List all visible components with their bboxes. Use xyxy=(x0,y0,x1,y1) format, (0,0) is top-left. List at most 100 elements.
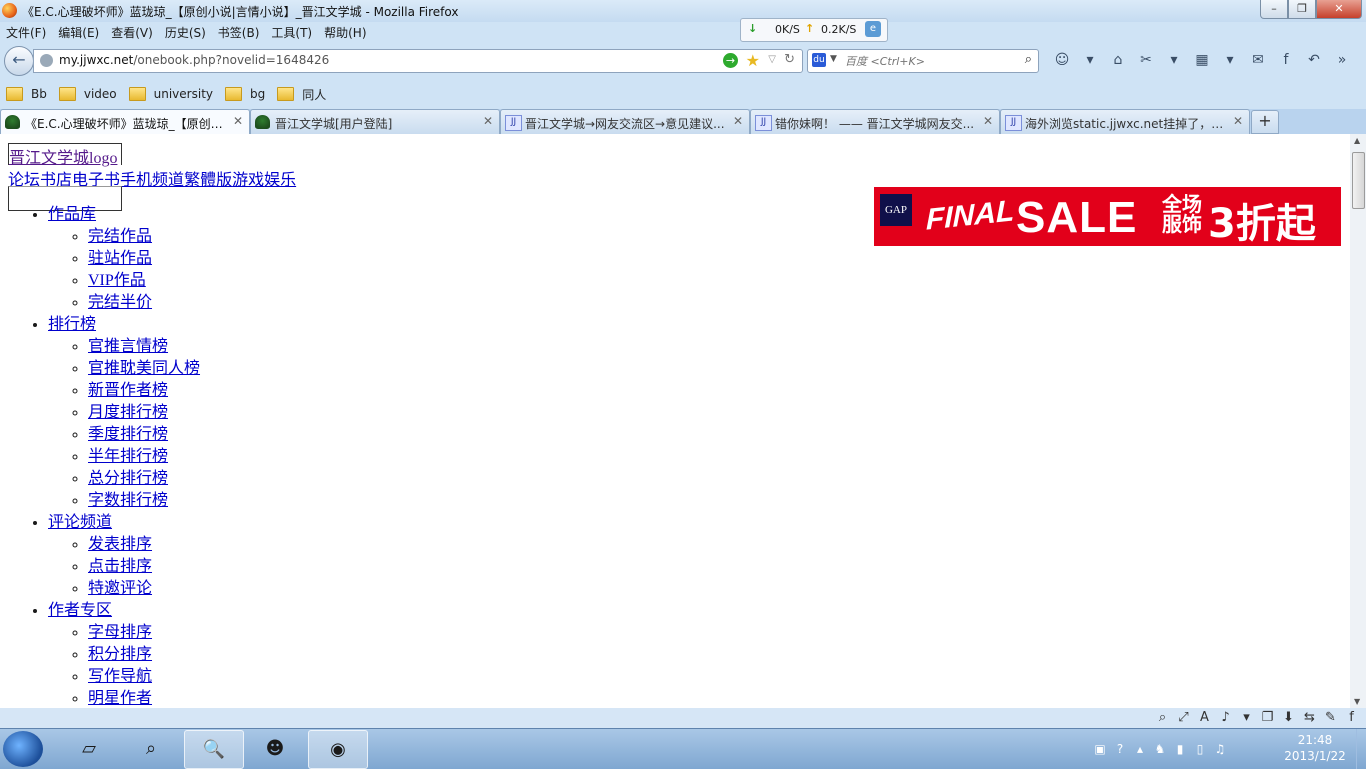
submenu-link[interactable]: 月度排行榜 xyxy=(88,404,168,421)
menu-view[interactable]: 查看(V) xyxy=(105,22,159,42)
window-icon[interactable]: ❐ xyxy=(1257,710,1278,725)
bookmark-star-icon[interactable]: ★ xyxy=(746,51,760,70)
vertical-scrollbar[interactable]: ▲ ▼ xyxy=(1350,134,1366,708)
bookmark-folder-bb[interactable]: Bb xyxy=(6,84,47,104)
submenu-link[interactable]: 新晋作者榜 xyxy=(88,382,168,399)
tray-volume-icon[interactable]: ♫ xyxy=(1210,742,1230,756)
tray-signal-icon[interactable]: ▮ xyxy=(1170,742,1190,756)
back-button[interactable]: ← xyxy=(4,46,34,76)
submenu-link[interactable]: 完结作品 xyxy=(88,228,152,245)
search-input[interactable] xyxy=(843,52,1017,70)
menu-history[interactable]: 历史(S) xyxy=(159,22,212,42)
tab-3[interactable]: JJ 晋江文学城→网友交流区→意见建议... ✕ xyxy=(500,109,750,134)
reload-icon[interactable]: ↻ xyxy=(784,52,795,67)
show-desktop-button[interactable] xyxy=(1356,729,1366,769)
tab-close-icon[interactable]: ✕ xyxy=(733,114,743,128)
taskbar-firefox-icon[interactable]: ◉ xyxy=(308,730,368,769)
tab-5[interactable]: JJ 海外浏览static.jjwxc.net挂掉了，晋... ✕ xyxy=(1000,109,1250,134)
nav-traditional-link[interactable]: 繁體版 xyxy=(184,172,232,189)
submenu-link[interactable]: 官推耽美同人榜 xyxy=(88,360,200,377)
submenu-link[interactable]: 明星作者 xyxy=(88,690,152,707)
new-tab-button[interactable]: + xyxy=(1251,110,1279,134)
submenu-link[interactable]: 积分排序 xyxy=(88,646,152,663)
submenu-link[interactable]: 完结半价 xyxy=(88,294,152,311)
tray-arrow-icon[interactable]: ▴ xyxy=(1130,742,1150,756)
tab-close-icon[interactable]: ✕ xyxy=(233,114,243,128)
submenu-link[interactable]: 总分排行榜 xyxy=(88,470,168,487)
history-dropdown-icon[interactable]: ▽ xyxy=(768,54,776,65)
menu-tools[interactable]: 工具(T) xyxy=(265,22,318,42)
tab-close-icon[interactable]: ✕ xyxy=(483,114,493,128)
site-logo-link[interactable]: 晋江文学城logo xyxy=(9,150,117,167)
tray-network-icon[interactable]: ▣ xyxy=(1090,742,1110,756)
close-button[interactable]: ✕ xyxy=(1316,0,1362,19)
section-link-works[interactable]: 作品库 xyxy=(48,206,96,223)
apps-icon[interactable]: ▦ xyxy=(1188,52,1216,70)
overflow-chevron-icon[interactable]: » xyxy=(1328,52,1356,70)
network-speed-widget[interactable]: ↓ 0K/S ↑ 0.2K/S e xyxy=(740,18,888,42)
submenu-link[interactable]: VIP作品 xyxy=(88,272,146,289)
ie-icon[interactable]: e xyxy=(865,21,881,37)
tab-1[interactable]: 《E.C.心理破坏师》蓝珑琼_【原创小... ✕ xyxy=(0,109,250,134)
menu-file[interactable]: 文件(F) xyxy=(0,22,52,42)
music-dropdown-icon[interactable]: ▾ xyxy=(1236,710,1257,725)
tab-close-icon[interactable]: ✕ xyxy=(983,114,993,128)
submenu-link[interactable]: 特邀评论 xyxy=(88,580,152,597)
mail-icon[interactable]: ✉ xyxy=(1244,52,1272,70)
submenu-link[interactable]: 发表排序 xyxy=(88,536,152,553)
submenu-link[interactable]: 官推言情榜 xyxy=(88,338,168,355)
bookmark-folder-bg[interactable]: bg xyxy=(225,84,265,104)
start-button[interactable] xyxy=(3,731,43,767)
bookmark-folder-video[interactable]: video xyxy=(58,84,117,104)
submenu-link[interactable]: 字母排序 xyxy=(88,624,152,641)
bookmark-folder-tongren[interactable]: 同人 xyxy=(277,84,326,104)
brush-icon[interactable]: ✎ xyxy=(1320,710,1341,725)
submenu-link[interactable]: 写作导航 xyxy=(88,668,152,685)
taskbar-search-app-icon[interactable]: ⌕ xyxy=(122,730,180,767)
baidu-paw-icon[interactable]: du xyxy=(812,53,826,67)
section-link-rankings[interactable]: 排行榜 xyxy=(48,316,96,333)
scroll-thumb[interactable] xyxy=(1352,152,1365,209)
sync-icon[interactable]: ⇆ xyxy=(1299,710,1320,725)
taskbar-pps-icon[interactable]: ☻ xyxy=(246,730,304,767)
scroll-down-icon[interactable]: ▼ xyxy=(1354,697,1360,706)
section-link-reviews[interactable]: 评论频道 xyxy=(48,514,112,531)
download-icon[interactable]: ⬇ xyxy=(1278,710,1299,725)
submenu-link[interactable]: 点击排序 xyxy=(88,558,152,575)
gap-ad-banner[interactable]: GAP FINAL SALE 全场 服饰 3折起 xyxy=(874,187,1341,246)
facebook-status-icon[interactable]: f xyxy=(1341,710,1362,725)
nav-mobile-link[interactable]: 手机频道 xyxy=(120,172,184,189)
url-text[interactable]: my.jjwxc.net/onebook.php?novelid=1648426 xyxy=(59,53,329,67)
search-icon[interactable]: ⌕ xyxy=(1025,52,1032,67)
bookmark-folder-university[interactable]: university xyxy=(128,84,213,104)
menu-edit[interactable]: 编辑(E) xyxy=(52,22,105,42)
screenshot-icon[interactable]: ✂ xyxy=(1132,52,1160,70)
minimize-button[interactable]: – xyxy=(1260,0,1288,19)
taskbar-magnifier-icon[interactable]: 🔍 xyxy=(184,730,244,769)
tray-help-icon[interactable]: ? xyxy=(1110,742,1130,756)
taskbar-clock[interactable]: 21:48 2013/1/22 xyxy=(1284,732,1346,764)
menu-bookmarks[interactable]: 书签(B) xyxy=(212,22,266,42)
scroll-up-icon[interactable]: ▲ xyxy=(1354,136,1360,145)
screenshot-dropdown-icon[interactable]: ▾ xyxy=(1160,52,1188,70)
tray-qq-icon[interactable]: ♞ xyxy=(1150,742,1170,756)
taskbar-notes-icon[interactable]: ▱ xyxy=(60,730,118,767)
apps-dropdown-icon[interactable]: ▾ xyxy=(1216,52,1244,70)
go-arrow-icon[interactable]: → xyxy=(723,53,738,68)
tab-2[interactable]: 晋江文学城[用户登陆] ✕ xyxy=(250,109,500,134)
tray-device-icon[interactable]: ▯ xyxy=(1190,742,1210,756)
undo-icon[interactable]: ↶ xyxy=(1300,52,1328,70)
facebook-icon[interactable]: f xyxy=(1272,52,1300,70)
search-bar[interactable]: du ▼ ⌕ xyxy=(807,49,1039,73)
address-bar[interactable]: my.jjwxc.net/onebook.php?novelid=1648426… xyxy=(33,49,803,73)
submenu-link[interactable]: 驻站作品 xyxy=(88,250,152,267)
nav-games-link[interactable]: 游戏 xyxy=(232,172,264,189)
maximize-button[interactable]: ❐ xyxy=(1288,0,1316,19)
tab-4[interactable]: JJ 错你妹啊！ —— 晋江文学城网友交... ✕ xyxy=(750,109,1000,134)
music-icon[interactable]: ♪ xyxy=(1215,710,1236,725)
home-icon[interactable]: ⌂ xyxy=(1104,52,1132,70)
section-link-authors[interactable]: 作者专区 xyxy=(48,602,112,619)
addon-dropdown-icon[interactable]: ▾ xyxy=(1076,52,1104,70)
font-icon[interactable]: A xyxy=(1194,710,1215,725)
submenu-link[interactable]: 季度排行榜 xyxy=(88,426,168,443)
